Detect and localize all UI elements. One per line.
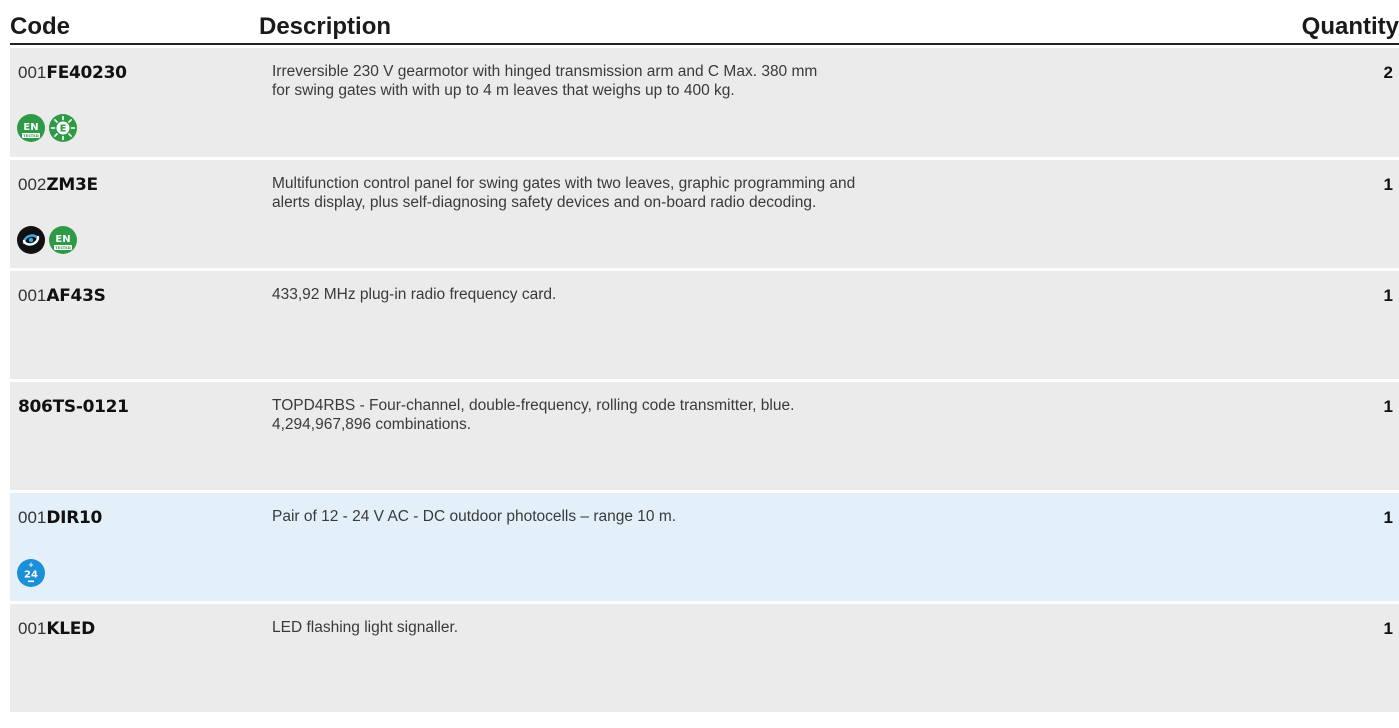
code-main: KLED: [46, 619, 95, 639]
en-tested-icon: EN TESTED: [16, 113, 46, 143]
24v-icon: + 24: [16, 558, 46, 588]
header-quantity: Quantity: [1301, 13, 1399, 40]
energy-saving-icon: E: [48, 113, 78, 143]
svg-text:TESTED: TESTED: [23, 134, 38, 138]
product-description: LED flashing light signaller.: [272, 618, 1132, 637]
product-description: TOPD4RBS - Four-channel, double-frequenc…: [272, 396, 1132, 434]
table-row: 806TS-0121 TOPD4RBS - Four-channel, doub…: [10, 382, 1399, 490]
table-row: 001KLED LED flashing light signaller. 1: [10, 604, 1399, 712]
description-line: Multifunction control panel for swing ga…: [272, 175, 856, 192]
product-description: 433,92 MHz plug-in radio frequency card.: [272, 285, 1132, 304]
badge-group: EN TESTED: [16, 113, 78, 143]
quantity-value: 2: [1383, 63, 1393, 82]
svg-text:EN: EN: [55, 234, 70, 245]
product-description: Pair of 12 - 24 V AC - DC outdoor photoc…: [272, 507, 1132, 526]
description-line: Irreversible 230 V gearmotor with hinged…: [272, 63, 818, 80]
badge-group: EN TESTED: [16, 225, 78, 255]
code-main: ZM3E: [46, 175, 98, 195]
quantity-value: 1: [1383, 397, 1393, 416]
code-prefix: 001: [18, 508, 47, 527]
code-prefix: 002: [18, 175, 47, 194]
description-line: 433,92 MHz plug-in radio frequency card.: [272, 286, 557, 303]
quantity-value: 1: [1383, 175, 1393, 194]
product-code: 001AF43S: [18, 286, 106, 306]
table-row: 001FE40230 Irreversible 230 V gearmotor …: [10, 48, 1399, 157]
product-code: 806TS-0121: [18, 397, 129, 417]
code-main: AF43S: [46, 286, 106, 306]
quantity-value: 1: [1383, 286, 1393, 305]
svg-text:E: E: [60, 124, 67, 135]
code-prefix: 001: [18, 63, 47, 82]
product-description: Irreversible 230 V gearmotor with hinged…: [272, 62, 1132, 100]
description-line: 4,294,967,896 combinations.: [272, 416, 472, 433]
description-line: TOPD4RBS - Four-channel, double-frequenc…: [272, 397, 795, 414]
en-tested-icon: EN TESTED: [48, 225, 78, 255]
table-header: Code Description Quantity: [10, 0, 1399, 45]
header-description: Description: [259, 13, 392, 40]
code-main: FE40230: [46, 63, 127, 83]
description-line: alerts display, plus self-diagnosing saf…: [272, 194, 817, 211]
product-code: 002ZM3E: [18, 175, 98, 195]
code-prefix: 001: [18, 286, 47, 305]
code-main: 806TS-0121: [18, 397, 129, 417]
product-code: 001FE40230: [18, 63, 127, 83]
svg-text:EN: EN: [23, 122, 38, 133]
description-line: Pair of 12 - 24 V AC - DC outdoor photoc…: [272, 508, 677, 525]
table-row: 002ZM3E Multifunction control panel for …: [10, 160, 1399, 268]
code-prefix: 001: [18, 619, 47, 638]
svg-text:24: 24: [24, 570, 38, 581]
quantity-value: 1: [1383, 508, 1393, 527]
connect-icon: [16, 225, 46, 255]
table-row: 001DIR10 Pair of 12 - 24 V AC - DC outdo…: [10, 493, 1399, 601]
description-line: for swing gates with with up to 4 m leav…: [272, 82, 735, 99]
product-code: 001KLED: [18, 619, 95, 639]
description-line: LED flashing light signaller.: [272, 619, 459, 636]
product-table: Code Description Quantity 001FE40230 Irr…: [10, 0, 1399, 712]
svg-text:+: +: [28, 561, 34, 569]
table-row: 001AF43S 433,92 MHz plug-in radio freque…: [10, 271, 1399, 379]
quantity-value: 1: [1383, 619, 1393, 638]
product-description: Multifunction control panel for swing ga…: [272, 174, 1132, 212]
svg-text:TESTED: TESTED: [55, 246, 70, 250]
product-code: 001DIR10: [18, 508, 102, 528]
badge-group: + 24: [16, 558, 46, 588]
header-code: Code: [10, 13, 70, 40]
code-main: DIR10: [46, 508, 103, 528]
